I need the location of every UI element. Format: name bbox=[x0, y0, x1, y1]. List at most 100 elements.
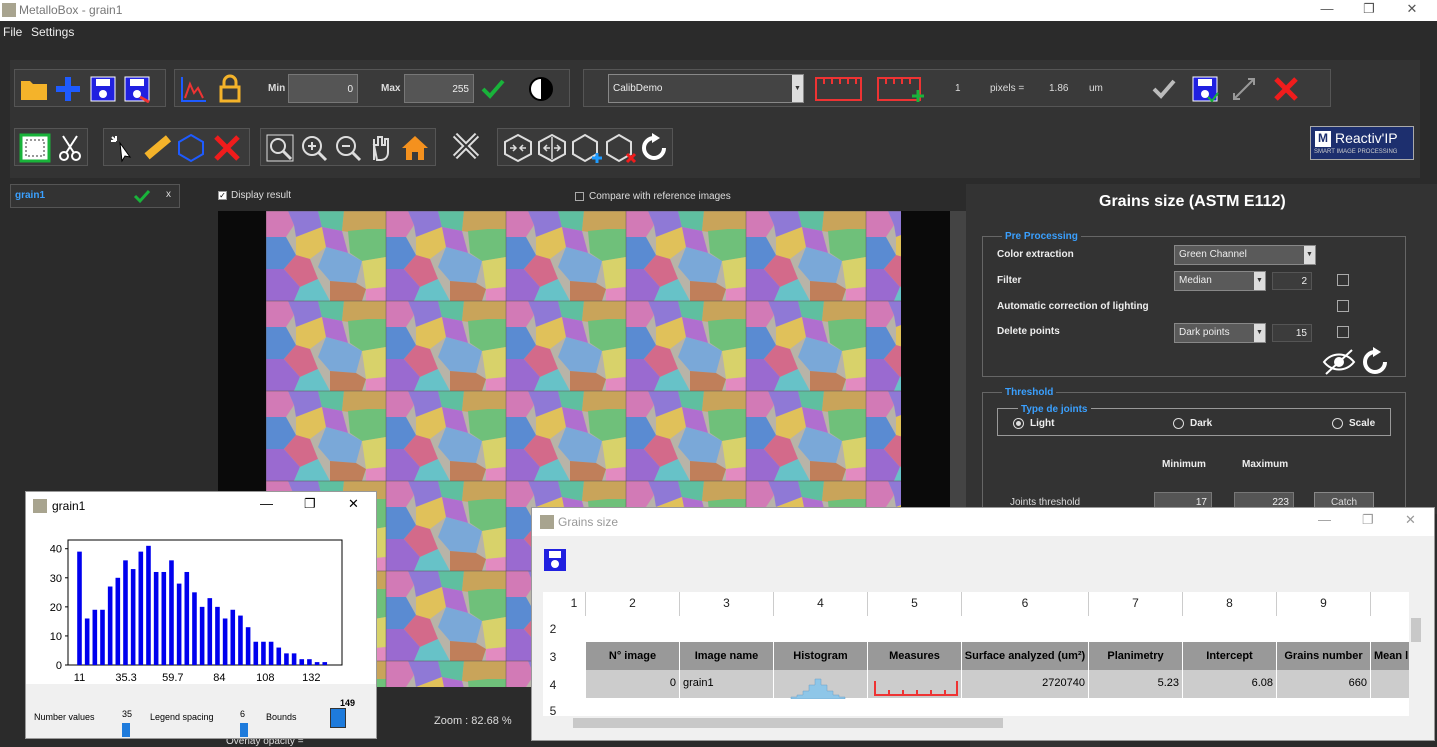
delete-points-select[interactable]: Dark points ▼ bbox=[1174, 323, 1266, 343]
ruler-measure-icon[interactable] bbox=[142, 133, 172, 163]
close-tab-button[interactable]: x bbox=[166, 189, 171, 200]
dark-radio[interactable] bbox=[1173, 418, 1184, 429]
home-icon[interactable] bbox=[399, 133, 431, 163]
legend-spacing-slider[interactable] bbox=[240, 723, 248, 737]
table-hscroll-track[interactable] bbox=[543, 716, 1409, 730]
maximize-button[interactable]: ❐ bbox=[1354, 1, 1384, 19]
minimize-button[interactable]: — bbox=[1312, 1, 1342, 19]
delete-icon[interactable] bbox=[1272, 75, 1302, 103]
window-title: MetalloBox - grain1 bbox=[19, 3, 123, 17]
scissors-icon[interactable] bbox=[55, 133, 85, 163]
histogram-bar bbox=[176, 583, 182, 665]
ruler-add-icon[interactable] bbox=[876, 74, 928, 104]
cell-grains-number[interactable]: 660 bbox=[1277, 670, 1371, 698]
image-vertical-scrollbar[interactable] bbox=[950, 211, 966, 511]
menu-bar: File Settings bbox=[0, 21, 1437, 41]
col-number bbox=[1371, 592, 1409, 616]
hide-preview-icon[interactable] bbox=[1322, 348, 1356, 376]
table-vscroll-thumb[interactable] bbox=[1411, 618, 1421, 642]
invert-contrast-icon[interactable] bbox=[527, 75, 555, 103]
measure-line-icon[interactable] bbox=[1230, 75, 1260, 103]
selection-toolbar-group bbox=[14, 128, 88, 166]
auto-lighting-label: Automatic correction of lighting bbox=[997, 301, 1149, 312]
bounds-slider[interactable] bbox=[330, 708, 346, 728]
apply-check-icon[interactable] bbox=[479, 75, 507, 103]
magic-cursor-icon[interactable] bbox=[108, 133, 138, 163]
histogram-bar bbox=[299, 659, 305, 665]
delete-points-checkbox[interactable] bbox=[1337, 326, 1349, 338]
grains-window-titlebar: Grains size — ❐ ✕ bbox=[532, 508, 1434, 536]
menu-file[interactable]: File bbox=[3, 25, 22, 39]
add-grain-icon[interactable] bbox=[570, 133, 604, 165]
row-number: 4 bbox=[549, 678, 557, 692]
zoom-out-icon[interactable] bbox=[333, 133, 363, 163]
filter-checkbox[interactable] bbox=[1337, 274, 1349, 286]
split-grains-icon[interactable] bbox=[536, 133, 568, 163]
remove-grain-icon[interactable] bbox=[604, 133, 638, 165]
menu-settings[interactable]: Settings bbox=[31, 25, 74, 39]
histogram-canvas: 0 10 20 30 40 11 35.3 59.7 84 108 132 bbox=[26, 520, 376, 684]
pan-hand-icon[interactable] bbox=[365, 133, 395, 163]
merge-grains-icon[interactable] bbox=[502, 133, 534, 163]
save-icon[interactable] bbox=[88, 75, 118, 103]
compare-checkbox[interactable] bbox=[575, 192, 584, 201]
table-hscroll-thumb[interactable] bbox=[573, 718, 1003, 728]
histogram-chart-icon[interactable] bbox=[179, 74, 209, 104]
check-icon[interactable] bbox=[133, 188, 151, 204]
image-tab[interactable]: grain1 x bbox=[10, 184, 180, 208]
delete-shape-icon[interactable] bbox=[212, 133, 242, 163]
cell-surface[interactable]: 2720740 bbox=[962, 670, 1089, 698]
scale-radio[interactable] bbox=[1332, 418, 1343, 429]
cell-mean[interactable] bbox=[1371, 670, 1409, 698]
cell-planimetry[interactable]: 5.23 bbox=[1089, 670, 1183, 698]
cell-measures[interactable] bbox=[868, 670, 962, 698]
ruler-icon[interactable] bbox=[814, 74, 864, 104]
table-vertical-scrollbar[interactable] bbox=[1409, 592, 1423, 716]
cell-n-image[interactable]: 0 bbox=[586, 670, 680, 698]
grains-minimize-button[interactable]: — bbox=[1318, 512, 1331, 527]
calibration-select[interactable]: CalibDemo ▼ bbox=[608, 74, 804, 103]
number-values-slider[interactable] bbox=[122, 723, 130, 737]
histogram-maximize-button[interactable]: ❐ bbox=[304, 496, 316, 512]
refresh-preview-icon[interactable] bbox=[1359, 346, 1391, 378]
cell-histogram[interactable] bbox=[774, 670, 868, 700]
select-rectangle-icon[interactable] bbox=[19, 133, 51, 163]
save-calibration-icon[interactable] bbox=[1190, 75, 1220, 103]
min-field[interactable]: 0 bbox=[288, 74, 358, 103]
light-radio[interactable] bbox=[1013, 418, 1024, 429]
histogram-bar bbox=[84, 618, 90, 665]
display-result-checkbox[interactable]: ✓ bbox=[218, 191, 227, 200]
grains-maximize-button[interactable]: ❐ bbox=[1362, 512, 1374, 528]
header-mean: Mean l bbox=[1371, 642, 1409, 670]
open-folder-icon[interactable] bbox=[19, 75, 49, 103]
title-bar: MetalloBox - grain1 — ❐ ✕ bbox=[0, 0, 1437, 21]
save-table-icon[interactable] bbox=[543, 548, 567, 572]
col-number: 2 bbox=[586, 592, 680, 616]
delete-points-size-field[interactable]: 15 bbox=[1272, 324, 1312, 342]
auto-lighting-checkbox[interactable] bbox=[1337, 300, 1349, 312]
threshold-toolbar-group: Min 0 Max 255 bbox=[174, 69, 570, 107]
close-button[interactable]: ✕ bbox=[1397, 1, 1427, 19]
color-extraction-select[interactable]: Green Channel ▼ bbox=[1174, 245, 1316, 265]
filter-select[interactable]: Median ▼ bbox=[1174, 271, 1266, 291]
zoom-fit-icon[interactable] bbox=[265, 133, 295, 163]
grains-close-button[interactable]: ✕ bbox=[1405, 512, 1416, 528]
polygon-icon[interactable] bbox=[176, 133, 206, 163]
col-number: 3 bbox=[680, 592, 774, 616]
disable-edit-icon[interactable] bbox=[450, 130, 482, 162]
lock-icon[interactable] bbox=[215, 74, 245, 104]
brand-name: Reactiv'IP bbox=[1335, 130, 1398, 146]
add-icon[interactable] bbox=[53, 75, 83, 103]
histogram-close-button[interactable]: ✕ bbox=[348, 496, 359, 512]
cell-intercept[interactable]: 6.08 bbox=[1183, 670, 1277, 698]
cell-image-name[interactable]: grain1 bbox=[680, 670, 774, 698]
save-as-icon[interactable] bbox=[122, 75, 152, 103]
zoom-in-icon[interactable] bbox=[299, 133, 329, 163]
refresh-icon[interactable] bbox=[638, 132, 670, 164]
max-field[interactable]: 255 bbox=[404, 74, 474, 103]
validate-check-icon[interactable] bbox=[1150, 75, 1178, 103]
col-number: 6 bbox=[962, 592, 1089, 616]
histogram-minimize-button[interactable]: — bbox=[260, 496, 273, 511]
col-number: 9 bbox=[1277, 592, 1371, 616]
filter-size-field[interactable]: 2 bbox=[1272, 272, 1312, 290]
